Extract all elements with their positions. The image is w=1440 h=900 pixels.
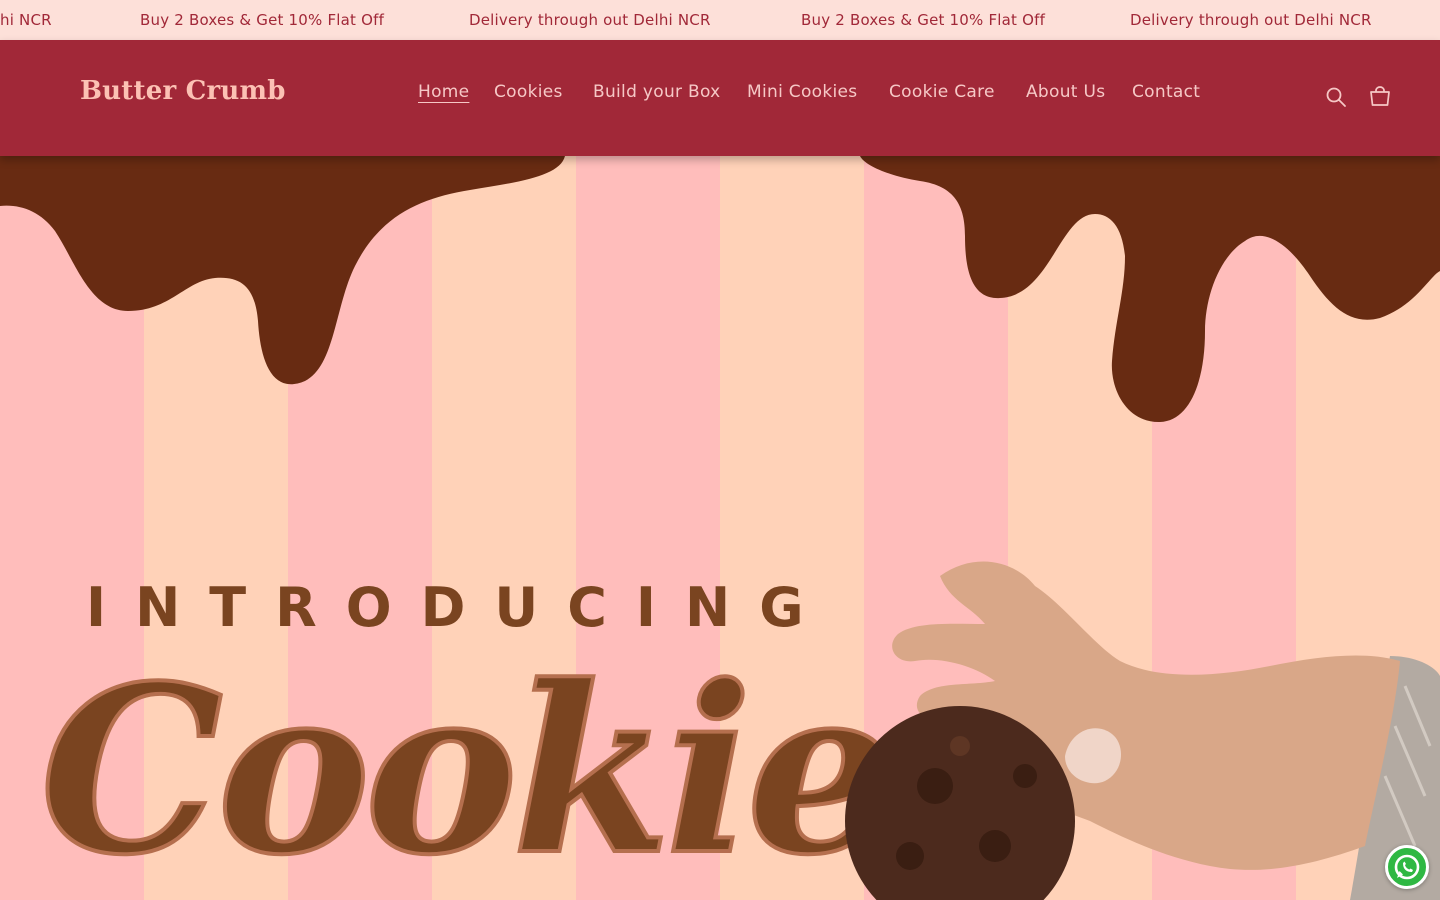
nav-item-home[interactable]: Home <box>418 82 469 102</box>
chocolate-drip-left <box>0 156 565 385</box>
announcement-message: Delivery through out Delhi NCR <box>1130 11 1372 29</box>
whatsapp-chat-button[interactable] <box>1385 845 1429 889</box>
nav-item-cookies[interactable]: Cookies <box>494 82 563 102</box>
announcement-message: Buy 2 Boxes & Get 10% Flat Off <box>140 11 385 29</box>
search-icon[interactable] <box>1325 86 1347 108</box>
hero-banner: INTRODUCING Cookies <box>0 156 1440 900</box>
announcement-message: Delivery through out Delhi NCR <box>469 11 711 29</box>
hero-kicker: INTRODUCING <box>86 576 833 639</box>
announcement-message: hi NCR <box>0 11 52 29</box>
whatsapp-icon <box>1394 854 1420 880</box>
hand-holding-cookie-image <box>845 561 1440 900</box>
announcement-bar: hi NCR Buy 2 Boxes & Get 10% Flat Off De… <box>0 0 1440 40</box>
nav-item-cookie-care[interactable]: Cookie Care <box>889 82 995 102</box>
logo[interactable]: Butter Crumb <box>80 76 286 106</box>
announcement-message: Buy 2 Boxes & Get 10% Flat Off <box>801 11 1046 29</box>
nav-item-mini-cookies[interactable]: Mini Cookies <box>747 82 857 102</box>
site-header: Butter Crumb Home Cookies Build your Box… <box>0 40 1440 156</box>
cart-icon[interactable] <box>1369 86 1391 108</box>
nav-item-build-your-box[interactable]: Build your Box <box>593 82 721 102</box>
nav-item-contact[interactable]: Contact <box>1132 82 1200 102</box>
nav-item-about-us[interactable]: About Us <box>1026 82 1105 102</box>
chocolate-drip-right <box>860 156 1440 423</box>
